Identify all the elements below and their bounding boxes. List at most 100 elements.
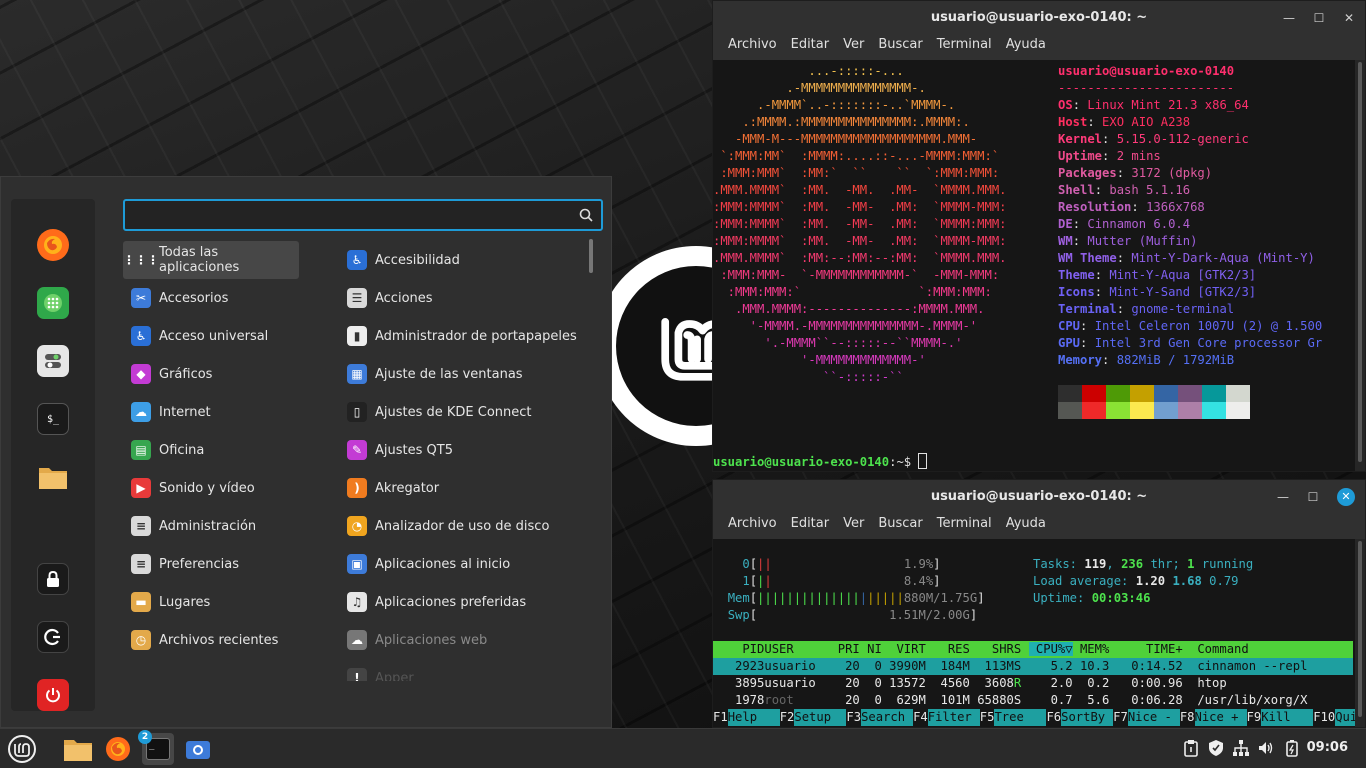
taskbar-terminal[interactable]: 2 _: [138, 730, 174, 765]
fkey-f2[interactable]: F2: [780, 710, 795, 724]
fkey-label[interactable]: Setup: [794, 709, 847, 726]
menu-button[interactable]: [6, 733, 38, 765]
fkey-f9[interactable]: F9: [1247, 710, 1262, 724]
app-item[interactable]: ▯ Ajustes de KDE Connect: [339, 393, 589, 431]
terminal-scrollbar[interactable]: [1355, 539, 1365, 727]
window-titlebar[interactable]: usuario@usuario-exo-0140: ~ — ☐ ✕: [713, 1, 1365, 35]
menu-buscar[interactable]: Buscar: [871, 514, 929, 538]
fkey-f4[interactable]: F4: [913, 710, 928, 724]
clock[interactable]: 09:06: [1307, 740, 1348, 755]
column-header-3[interactable]: NI: [860, 642, 882, 656]
app-item[interactable]: ▦ Ajuste de las ventanas: [339, 355, 589, 393]
process-row[interactable]: 3895usuario 20 0 13572 4560 3608R 2.0 0.…: [713, 675, 1353, 692]
files-icon[interactable]: [37, 461, 69, 493]
category-item[interactable]: ▬ Lugares: [123, 583, 299, 621]
maximize-button[interactable]: ☐: [1313, 1, 1325, 35]
column-header-2[interactable]: PRI: [830, 642, 860, 656]
fkey-label[interactable]: Search: [861, 709, 914, 726]
menu-archivo[interactable]: Archivo: [721, 35, 784, 59]
terminal-scrollbar[interactable]: [1355, 60, 1365, 471]
fkey-f10[interactable]: F10: [1313, 710, 1335, 724]
fkey-f1[interactable]: F1: [713, 710, 728, 724]
volume-icon[interactable]: [1257, 739, 1275, 757]
software-manager-icon[interactable]: [37, 287, 69, 319]
column-header-0[interactable]: PID: [713, 642, 764, 656]
column-header-8[interactable]: CPU%▽: [1028, 642, 1073, 656]
column-header-7[interactable]: S: [1014, 642, 1029, 656]
menu-scrollbar[interactable]: [589, 239, 593, 273]
fkey-label[interactable]: SortBy: [1061, 709, 1114, 726]
menu-terminal[interactable]: Terminal: [930, 514, 999, 538]
category-item[interactable]: ▶ Sonido y vídeo: [123, 469, 299, 507]
menu-editar[interactable]: Editar: [784, 514, 837, 538]
taskbar-screenshot[interactable]: [182, 733, 214, 765]
process-table-header[interactable]: PIDUSER PRI NI VIRT RES SHRS CPU%▽ MEM% …: [713, 641, 1353, 658]
terminal-icon[interactable]: $_: [37, 403, 69, 435]
menu-archivo[interactable]: Archivo: [721, 514, 784, 538]
shield-icon[interactable]: [1207, 739, 1225, 757]
search-input[interactable]: [123, 199, 603, 231]
category-item[interactable]: ☁ Internet: [123, 393, 299, 431]
minimize-button[interactable]: —: [1277, 480, 1289, 514]
app-item[interactable]: ◔ Analizador de uso de disco: [339, 507, 589, 545]
category-item[interactable]: ▤ Oficina: [123, 431, 299, 469]
menu-ver[interactable]: Ver: [836, 35, 871, 59]
category-item[interactable]: ✂ Accesorios: [123, 279, 299, 317]
fkey-f3[interactable]: F3: [846, 710, 861, 724]
settings-icon[interactable]: [37, 345, 69, 377]
taskbar-files[interactable]: [62, 733, 94, 765]
lock-screen-icon[interactable]: [37, 563, 69, 595]
process-row[interactable]: 2923usuario 20 0 3990M 184M 113MS 5.2 10…: [713, 658, 1353, 675]
fkey-f7[interactable]: F7: [1113, 710, 1128, 724]
maximize-button[interactable]: ☐: [1307, 480, 1319, 514]
fkey-label[interactable]: Kill: [1261, 709, 1314, 726]
battery-icon[interactable]: [1283, 739, 1301, 757]
clipboard-icon[interactable]: [1182, 739, 1200, 757]
category-item[interactable]: ≡ Preferencias: [123, 545, 299, 583]
fkey-label[interactable]: Help: [727, 709, 780, 726]
column-header-5[interactable]: RES: [926, 642, 970, 656]
fkey-f8[interactable]: F8: [1180, 710, 1195, 724]
app-item[interactable]: ! Apper: [339, 659, 589, 681]
category-item[interactable]: ◷ Archivos recientes: [123, 621, 299, 659]
logout-icon[interactable]: [37, 621, 69, 653]
column-header-4[interactable]: VIRT: [882, 642, 925, 656]
app-item[interactable]: ♿ Accesibilidad: [339, 241, 589, 279]
menu-ayuda[interactable]: Ayuda: [999, 35, 1053, 59]
app-item[interactable]: ✎ Ajustes QT5: [339, 431, 589, 469]
column-header-1[interactable]: USER: [764, 642, 830, 656]
category-item[interactable]: ⋮⋮⋮ Todas las aplicaciones: [123, 241, 299, 279]
power-icon[interactable]: [37, 679, 69, 711]
app-item[interactable]: ▣ Aplicaciones al inicio: [339, 545, 589, 583]
minimize-button[interactable]: —: [1283, 1, 1295, 35]
taskbar-firefox[interactable]: [102, 733, 134, 765]
htop-output[interactable]: 0[|| 1.9%] 1[|| 8.4%] Mem[||||||||||||||…: [713, 539, 1365, 727]
menu-ayuda[interactable]: Ayuda: [999, 514, 1053, 538]
fkey-label[interactable]: Tree: [994, 709, 1047, 726]
fkey-label[interactable]: Filter: [927, 709, 980, 726]
menu-editar[interactable]: Editar: [784, 35, 837, 59]
app-item[interactable]: ☁ Aplicaciones web: [339, 621, 589, 659]
column-header-6[interactable]: SHR: [970, 642, 1014, 656]
menu-ver[interactable]: Ver: [836, 514, 871, 538]
network-icon[interactable]: [1232, 739, 1250, 757]
app-item[interactable]: ) Akregator: [339, 469, 589, 507]
column-header-11[interactable]: Command: [1183, 642, 1248, 656]
window-titlebar[interactable]: usuario@usuario-exo-0140: ~ — ☐ ✕: [713, 480, 1365, 514]
fkey-f6[interactable]: F6: [1046, 710, 1061, 724]
fkey-label[interactable]: Nice -: [1127, 709, 1180, 726]
firefox-icon[interactable]: [37, 229, 69, 261]
fkey-label[interactable]: Nice +: [1194, 709, 1247, 726]
menu-buscar[interactable]: Buscar: [871, 35, 929, 59]
close-button[interactable]: ✕: [1337, 488, 1355, 506]
category-item[interactable]: ◆ Gráficos: [123, 355, 299, 393]
app-item[interactable]: ☰ Acciones: [339, 279, 589, 317]
app-item[interactable]: ♫ Aplicaciones preferidas: [339, 583, 589, 621]
column-header-10[interactable]: TIME+: [1109, 642, 1183, 656]
terminal-output[interactable]: ...-:::::-... .-MMMMMMMMMMMMMMM-. .-MMMM…: [713, 60, 1365, 471]
app-item[interactable]: ▮ Administrador de portapapeles: [339, 317, 589, 355]
category-item[interactable]: ♿ Acceso universal: [123, 317, 299, 355]
shell-prompt[interactable]: usuario@usuario-exo-0140:~$: [713, 453, 928, 471]
close-button[interactable]: ✕: [1343, 1, 1355, 35]
menu-terminal[interactable]: Terminal: [930, 35, 999, 59]
